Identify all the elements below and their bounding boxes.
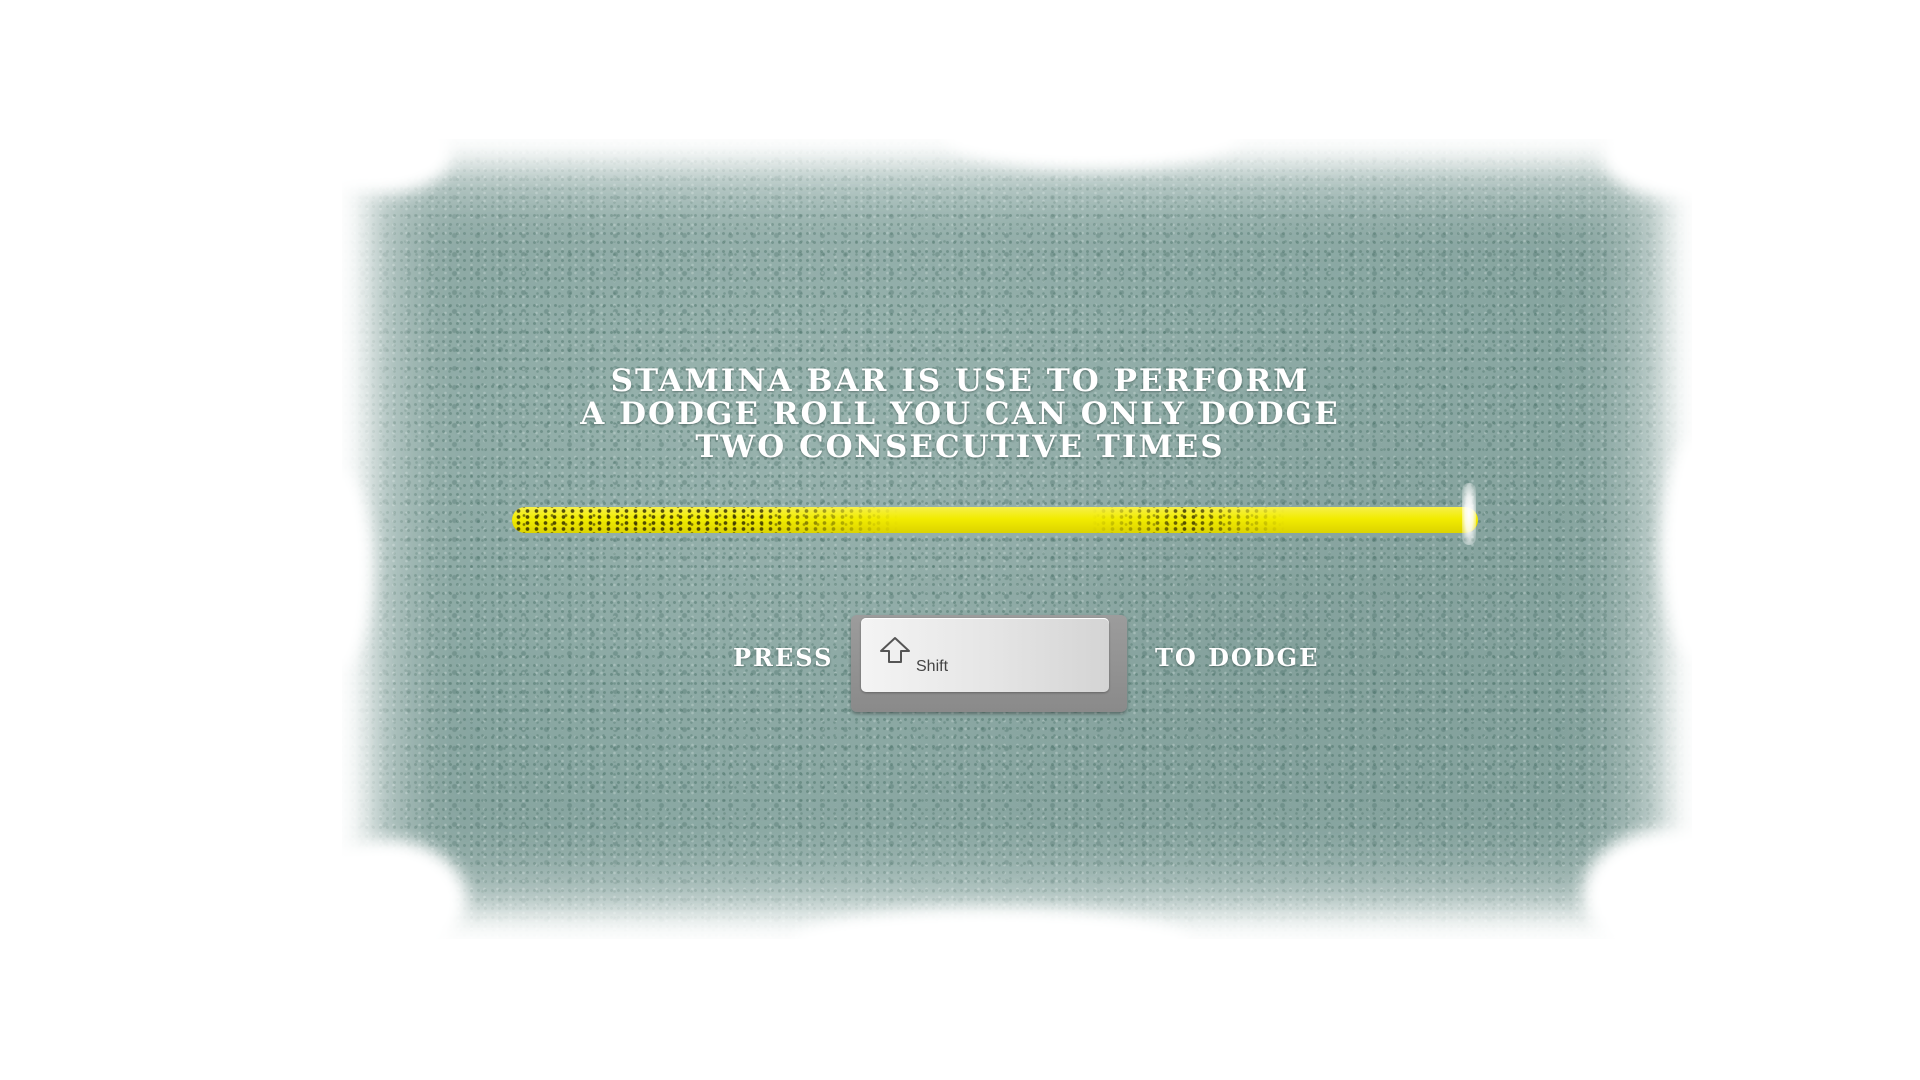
tutorial-text-line: STAMINA BAR IS USE TO PERFORM: [610, 363, 1310, 399]
tutorial-text: STAMINA BAR IS USE TO PERFORM A DODGE RO…: [0, 365, 1920, 464]
stamina-bar-texture: [512, 507, 1478, 533]
shift-arrow-icon: [880, 637, 910, 663]
stamina-bar: [512, 483, 1478, 545]
grunge-texture: [342, 139, 1692, 939]
shift-key: Shift: [851, 615, 1127, 712]
tutorial-panel: [342, 139, 1692, 939]
to-dodge-label: TO DODGE: [1155, 643, 1320, 672]
shift-key-label: Shift: [916, 658, 949, 675]
game-screen: STAMINA BAR IS USE TO PERFORM A DODGE RO…: [0, 0, 1920, 1080]
stamina-bar-fill: [512, 507, 1478, 533]
tutorial-text-line: TWO CONSECUTIVE TIMES: [695, 429, 1225, 465]
press-label: PRESS: [733, 643, 834, 672]
shift-key-cap: Shift: [861, 618, 1109, 692]
stamina-bar-tip-glow: [1462, 483, 1476, 545]
tutorial-text-line: A DODGE ROLL YOU CAN ONLY DODGE: [580, 396, 1340, 432]
